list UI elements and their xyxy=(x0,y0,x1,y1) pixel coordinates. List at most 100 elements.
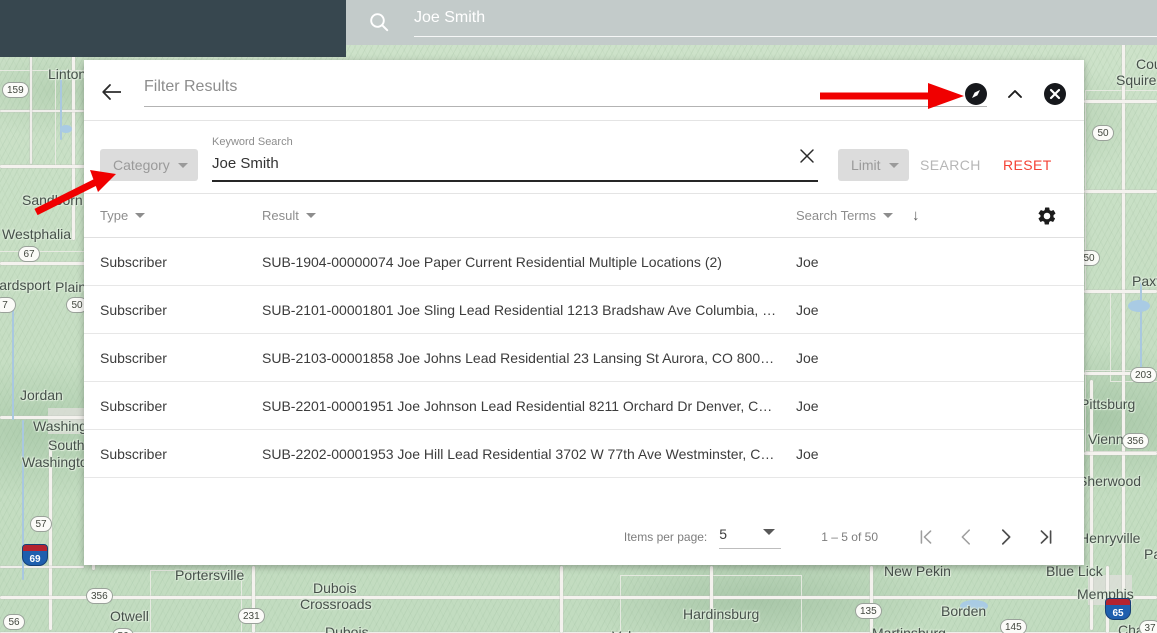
table-row[interactable]: Subscriber SUB-2101-00001801 Joe Sling Le… xyxy=(84,286,1084,334)
limit-dropdown-button[interactable]: Limit xyxy=(838,149,909,181)
filter-results-placeholder: Filter Results xyxy=(144,78,238,95)
close-circle-icon[interactable] xyxy=(1043,82,1067,106)
map-route-shield: 231 xyxy=(238,608,265,624)
cell-search-terms: Joe xyxy=(796,445,819,462)
table-row[interactable]: Subscriber SUB-1904-00000074 Joe Paper Cu… xyxy=(84,238,1084,286)
map-road xyxy=(1084,100,1157,103)
cell-result: SUB-2103-00001858 Joe Johns Lead Residen… xyxy=(262,349,775,366)
previous-page-icon[interactable] xyxy=(946,517,986,557)
map-town-label: Linton xyxy=(48,66,87,82)
chevron-down-icon xyxy=(763,528,776,535)
map-town-label: Sandborn xyxy=(22,192,83,208)
table-body: Subscriber SUB-1904-00000074 Joe Paper Cu… xyxy=(84,238,1084,478)
map-parcel xyxy=(1085,90,1157,192)
sort-chevron-down-icon xyxy=(305,213,316,218)
map-lake xyxy=(60,125,72,133)
map-town-label: Henryville xyxy=(1079,530,1141,546)
map-town-label: Borden xyxy=(941,603,987,619)
map-lake xyxy=(1128,300,1150,312)
map-town-label: Portersville xyxy=(175,567,245,583)
chevron-up-icon[interactable] xyxy=(1003,82,1027,106)
map-town-label: Valeene xyxy=(612,628,662,633)
chevron-down-icon xyxy=(888,162,899,168)
paginator: Items per page: 5 1 – 5 of 50 xyxy=(84,509,1084,565)
map-parcel xyxy=(710,575,802,633)
cell-type: Subscriber xyxy=(100,397,167,414)
items-per-page-select[interactable]: 5 xyxy=(719,526,782,549)
results-table: Type Result Search Terms ↓ Subscriber SU… xyxy=(84,194,1084,478)
map-river xyxy=(12,300,14,420)
map-river xyxy=(1140,280,1142,370)
last-page-icon[interactable] xyxy=(1026,517,1066,557)
map-road xyxy=(30,44,32,164)
items-per-page-label: Items per page: xyxy=(623,530,708,544)
filter-results-panel: Filter Results Category Keyword Search J… xyxy=(84,60,1084,565)
category-dropdown-button[interactable]: Category xyxy=(100,149,198,181)
map-route-shield: 356 xyxy=(86,588,113,604)
chevron-down-icon xyxy=(177,162,188,168)
map-route-shield: 203 xyxy=(1130,367,1157,383)
map-town-label: Paxton xyxy=(1132,273,1157,289)
back-arrow-icon[interactable] xyxy=(100,80,124,104)
column-header-type[interactable]: Type xyxy=(100,208,262,223)
map-parcel xyxy=(620,575,712,633)
table-row[interactable]: Subscriber SUB-2202-00001953 Joe Hill Lea… xyxy=(84,430,1084,478)
keyword-search-label: Keyword Search xyxy=(212,136,293,148)
map-road xyxy=(0,262,92,265)
global-search-value[interactable]: Joe Smith xyxy=(414,9,485,27)
sort-chevron-down-icon xyxy=(135,213,146,218)
map-town-label: Squire xyxy=(1116,72,1157,88)
cell-result: SUB-2101-00001801 Joe Sling Lead Residen… xyxy=(262,301,777,318)
map-road xyxy=(0,165,92,168)
map-town-label: Paoli xyxy=(1144,546,1157,562)
panel-header: Filter Results xyxy=(84,60,1084,121)
table-row[interactable]: Subscriber SUB-2103-00001858 Joe Johns Le… xyxy=(84,334,1084,382)
category-label: Category xyxy=(113,157,170,173)
map-road xyxy=(1084,290,1157,293)
map-town-label: County xyxy=(1136,56,1157,72)
first-page-icon[interactable] xyxy=(906,517,946,557)
column-header-search-terms-label: Search Terms xyxy=(796,208,876,223)
map-town-label: Sherwood xyxy=(1078,473,1142,489)
column-header-type-label: Type xyxy=(100,208,129,223)
map-route-shield: 135 xyxy=(855,603,882,619)
map-road xyxy=(1122,40,1125,600)
map-route-shield: 7 xyxy=(0,297,16,313)
keyword-search-underline xyxy=(212,180,818,182)
cell-type: Subscriber xyxy=(100,349,167,366)
column-header-search-terms[interactable]: Search Terms ↓ xyxy=(796,207,1068,224)
map-town-label: South xyxy=(48,437,85,453)
sort-chevron-down-icon xyxy=(882,213,893,218)
cell-search-terms: Joe xyxy=(796,253,819,270)
next-page-icon[interactable] xyxy=(986,517,1026,557)
cell-result: SUB-1904-00000074 Joe Paper Current Resi… xyxy=(262,253,722,270)
map-town-label: New Pekin xyxy=(884,563,951,579)
map-road xyxy=(0,110,84,112)
cell-type: Subscriber xyxy=(100,445,167,462)
table-row[interactable]: Subscriber SUB-2201-00001951 Joe Johnson … xyxy=(84,382,1084,430)
filter-controls-row: Category Keyword Search Joe Smith Limit … xyxy=(84,121,1084,194)
column-header-result[interactable]: Result xyxy=(262,208,796,223)
keyword-search-input[interactable]: Joe Smith xyxy=(212,155,818,172)
compass-icon[interactable] xyxy=(964,82,988,106)
cell-result: SUB-2202-00001953 Joe Hill Lead Resident… xyxy=(262,445,775,462)
keyword-search-field[interactable]: Keyword Search Joe Smith xyxy=(212,136,818,182)
map-town-label: Pittsburg xyxy=(1080,396,1136,412)
limit-label: Limit xyxy=(851,157,881,173)
table-header-row: Type Result Search Terms ↓ xyxy=(84,194,1084,238)
map-interstate-shield: 65 xyxy=(1105,598,1131,620)
reset-button[interactable]: RESET xyxy=(997,149,1058,181)
global-search-bar[interactable]: Joe Smith xyxy=(346,0,1157,45)
gear-icon[interactable] xyxy=(1036,205,1058,227)
map-road xyxy=(560,566,563,633)
cell-search-terms: Joe xyxy=(796,349,819,366)
map-road xyxy=(1084,190,1157,193)
global-search-underline xyxy=(414,36,1157,37)
map-road xyxy=(710,566,713,633)
map-town-label: Jordan xyxy=(20,387,63,403)
filter-results-input[interactable]: Filter Results xyxy=(144,78,987,107)
clear-icon[interactable] xyxy=(797,146,817,166)
filter-results-underline xyxy=(144,106,987,107)
search-button[interactable]: SEARCH xyxy=(914,149,987,181)
sort-arrow-down-icon[interactable]: ↓ xyxy=(912,207,920,224)
